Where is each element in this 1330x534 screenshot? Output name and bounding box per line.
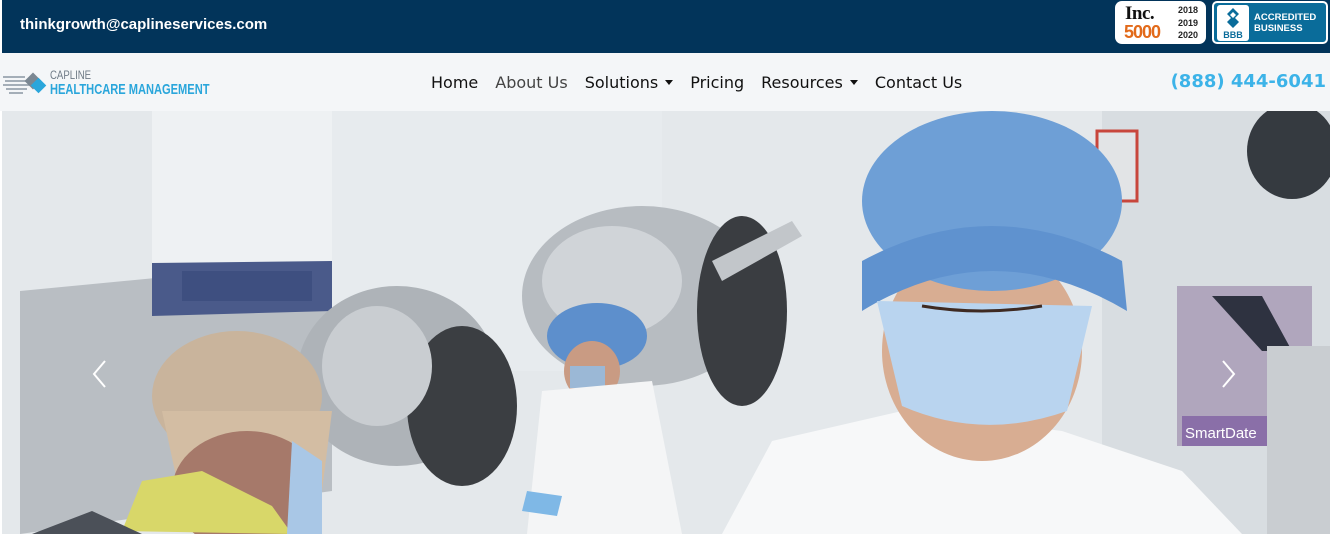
chevron-right-icon [1222, 360, 1236, 388]
machine-label: SmartDate [1185, 425, 1257, 442]
bbb-seal-icon: BBB [1217, 5, 1249, 41]
bbb-label: ACCREDITED BUSINESS [1254, 12, 1326, 34]
nav-pricing[interactable]: Pricing [690, 71, 744, 93]
nav-resources[interactable]: Resources [761, 71, 858, 93]
nav-home[interactable]: Home [431, 71, 478, 93]
inc-5000-badge[interactable]: Inc. 5000 2018 2019 2020 [1115, 1, 1206, 44]
inc-year: 2020 [1177, 30, 1199, 40]
inc-year: 2018 [1177, 5, 1199, 15]
carousel-next-button[interactable] [1218, 359, 1238, 389]
inc-year: 2019 [1177, 17, 1199, 28]
bbb-label-line1: ACCREDITED [1254, 12, 1317, 23]
inc-years: 2018 2019 2020 [1173, 4, 1203, 42]
bbb-accredited-badge[interactable]: BBB ACCREDITED BUSINESS [1212, 1, 1328, 44]
nav-contact-us[interactable]: Contact Us [875, 71, 962, 93]
bbb-seal-text: BBB [1223, 30, 1243, 40]
nav-about-us[interactable]: About Us [495, 71, 567, 93]
caret-down-icon [665, 79, 674, 85]
main-nav: Home About Us Solutions Pricing Resource… [431, 71, 979, 93]
nav-label: About Us [495, 72, 568, 92]
bbb-label-line2: BUSINESS [1254, 23, 1303, 34]
hero-image: SmartDate [2, 111, 1330, 534]
inc-number: 5000 [1124, 22, 1161, 42]
nav-label: Resources [761, 72, 843, 92]
phone-link[interactable]: (888) 444-6041 [1171, 71, 1326, 92]
hero-carousel: SmartDate [2, 111, 1330, 534]
nav-label: Solutions [584, 72, 659, 92]
carousel-prev-button[interactable] [90, 359, 110, 389]
email-link[interactable]: thinkgrowth@caplineservices.com [20, 16, 267, 33]
nav-solutions[interactable]: Solutions [585, 71, 674, 93]
nav-label: Home [431, 72, 479, 92]
nav-label: Contact Us [874, 72, 963, 92]
top-bar: thinkgrowth@caplineservices.com Inc. 500… [0, 0, 1330, 53]
caret-down-icon [849, 79, 858, 85]
logo-text-line1: CAPLINE [50, 68, 92, 82]
company-logo[interactable]: CAPLINE HEALTHCARE MANAGEMENT [3, 67, 210, 101]
chevron-left-icon [92, 360, 106, 388]
logo-text-line2: HEALTHCARE MANAGEMENT [50, 81, 210, 98]
nav-label: Pricing [690, 72, 745, 92]
logo-mark-icon [3, 72, 47, 94]
main-header: CAPLINE HEALTHCARE MANAGEMENT Home About… [0, 53, 1330, 111]
